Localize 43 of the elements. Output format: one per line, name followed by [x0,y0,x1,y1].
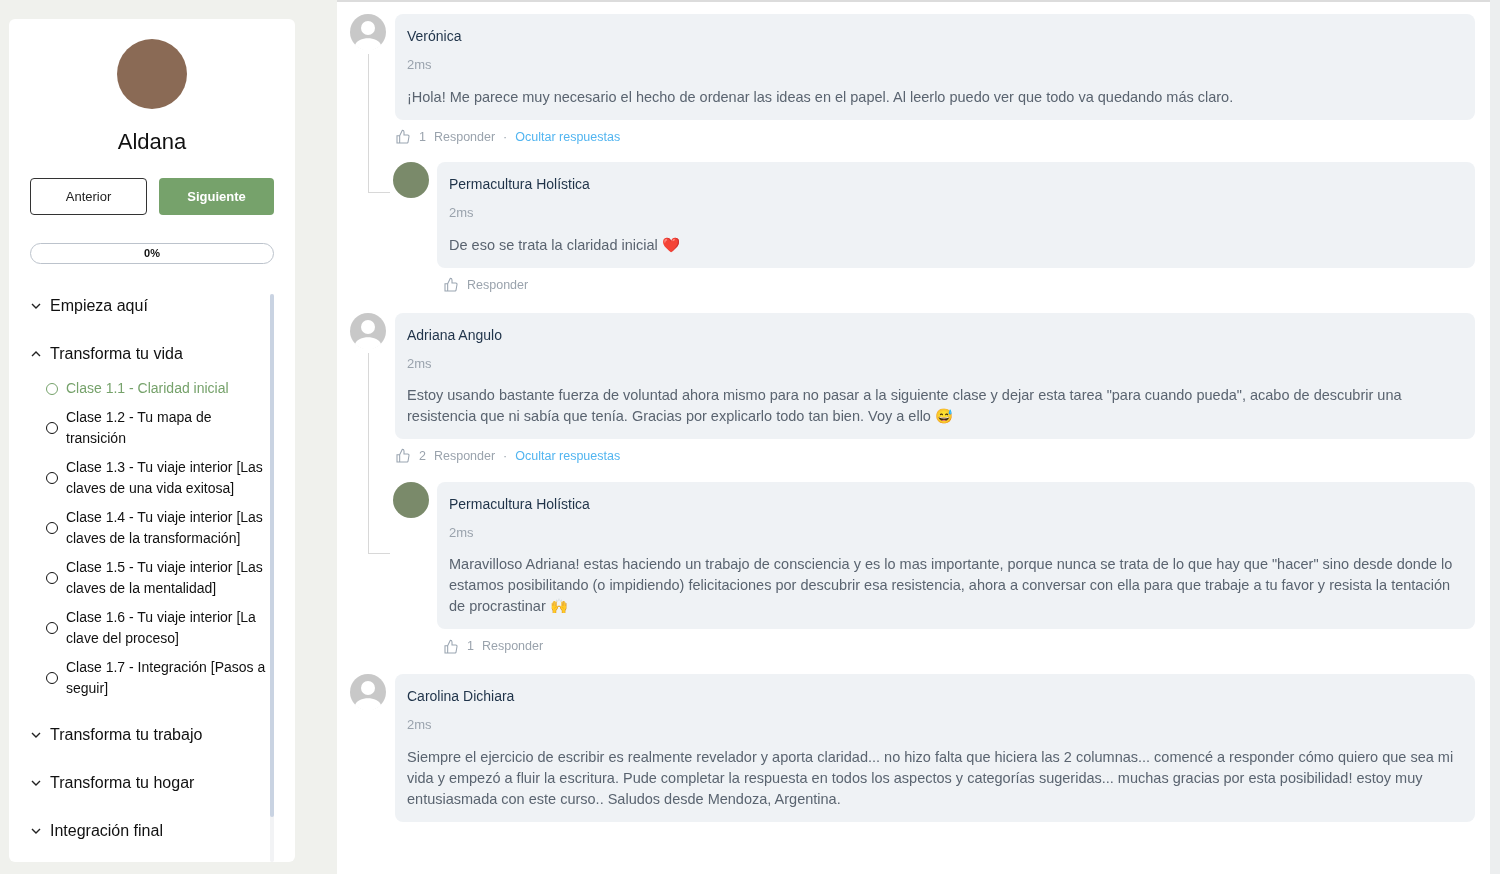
comment-time: 2ms [407,716,433,734]
lesson-item[interactable]: Clase 1.6 - Tu viaje interior [La clave del proceso] [46,607,266,649]
lesson-item[interactable]: Clase 1.3 - Tu viaje interior [Las claves de una vida exitosa] [46,457,266,499]
like-count: 1 [419,128,426,146]
module-header[interactable]: Integración final [30,819,266,843]
user-silhouette-icon [350,14,386,50]
comment-text: Estoy usando bastante fuerza de voluntad ahora mismo para no pasar a la siguiente clase y dejar esta tarea "para cuando pueda", acabo de descubrir una resistencia que ni sabía que tenía. Gracias por explicarlo todo tan bien. Voy a ello 😅 [407,386,1403,426]
comment-text: ¡Hola! Me parece muy necesario el hecho de ordenar las ideas en el papel. Al leerlo puedo ver que todo va quedando más claro. [407,87,1235,107]
separator-dot: · [503,448,508,465]
module-header[interactable]: Transforma tu trabajo [30,723,266,747]
comment-text: Siempre el ejercicio de escribir es realmente revelador y aporta claridad... no hizo falta que hiciera las 2 columnas... comencé a responder cómo quiero que sea mi vida y empezó a fluir la escritura. Pude completar la respuesta en todos los aspectos y categorías sugeridas... muchas gracias por esta posibilidad! estoy muy entusiasmada con este curso.. Saludos desde Mendoza, Argentina. [407,747,1455,809]
comment-author: Permacultura Holística [449,175,591,195]
previous-button[interactable]: Anterior [30,178,147,215]
comment-time: 2ms [449,204,475,223]
lesson-item[interactable]: Clase 1.2 - Tu mapa de transición [46,407,266,449]
like-count: 1 [467,638,474,656]
comment-text: Maravilloso Adriana! estas haciendo un trabajo de consciencia y es lo mas importante, porque nunca se trata de lo que hay que "hacer" sino desde donde lo estamos posibilitando (o impidiendo) felicitaciones por descubrir esa resistencia, ahora a conversar con ella para que trabaje a tu favor y resista la tentación de procrastinar 🙌 [449,555,1454,617]
lesson-item[interactable]: Clase 1.5 - Tu viaje interior [Las claves de la mentalidad] [46,557,266,599]
user-silhouette-icon [350,312,386,349]
thumbs-up-icon[interactable] [395,128,411,145]
comment-time: 2ms [449,523,475,542]
comment-time: 2ms [407,56,433,74]
comment-author: Adriana Angulo [407,325,503,345]
thumbs-up-icon[interactable] [443,277,459,294]
lesson-item[interactable]: Clase 1.4 - Tu viaje interior [Las claves de la transformación] [46,507,266,549]
avatar-photo-placeholder [393,162,429,199]
comment-text: De eso se trata la claridad inicial ❤ [449,235,681,255]
user-silhouette-icon [350,674,386,710]
thumbs-up-icon[interactable] [443,638,459,655]
avatar-photo-placeholder [393,481,429,518]
module-header[interactable]: Transforma tu hogar [30,771,266,795]
progress-label: 0% [144,246,160,262]
module-header[interactable]: Empieza aquí [30,294,266,318]
module-header[interactable]: Transforma tu vida [30,342,266,366]
like-count: 2 [419,448,426,465]
profile-name: Aldana [117,128,187,156]
comment-time: 2ms [407,354,433,373]
comment-author: Permacultura Holística [449,494,591,514]
lesson-item[interactable]: Clase 1.7 - Integración [Pasos a seguir] [46,657,266,699]
comment-author: Carolina Dichiara [407,687,516,706]
separator-dot: · [503,128,508,146]
comment-author: Verónica [407,27,463,46]
thumbs-up-icon[interactable] [395,448,411,465]
